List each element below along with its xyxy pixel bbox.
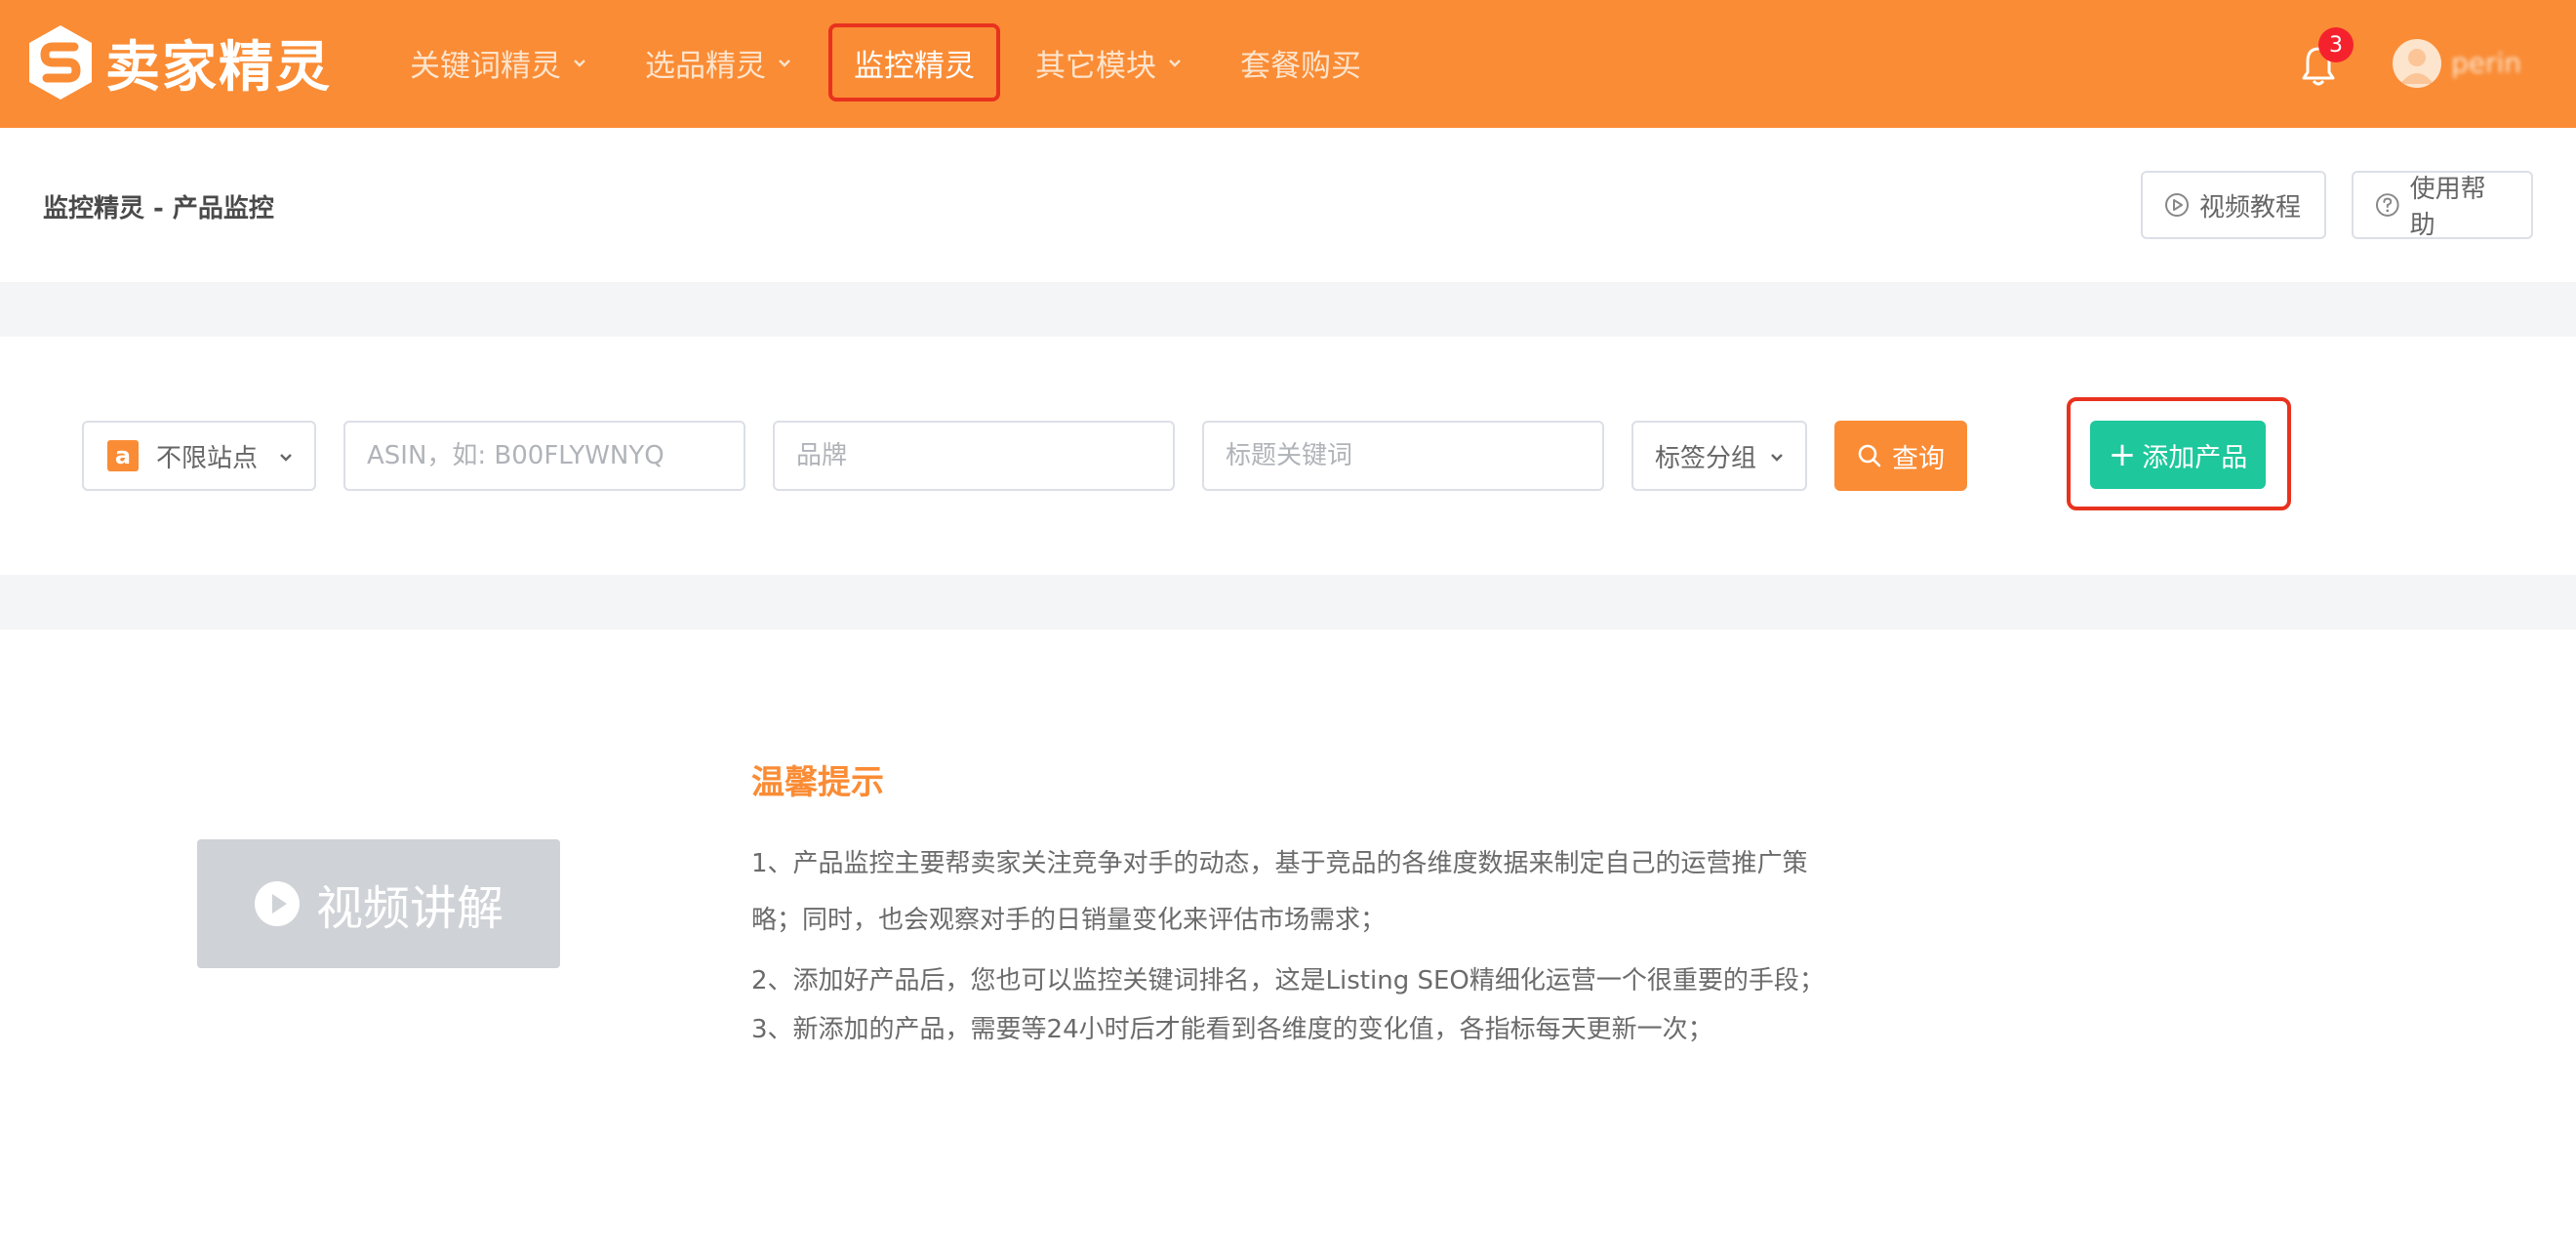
plus-icon: + [2108,435,2137,474]
nav-label: 套餐购买 [1240,48,1361,84]
notification-badge: 3 [2318,27,2354,62]
play-circle-icon [2165,193,2189,217]
video-tutorial-button[interactable]: 视频教程 [2141,171,2326,239]
help-button[interactable]: 使用帮助 [2352,171,2533,240]
tips-title: 温馨提示 [751,763,884,802]
chevron-down-icon [1169,60,1181,67]
brand-input[interactable] [773,421,1175,491]
page-header: 监控精灵 - 产品监控 视频教程 使用帮助 [0,128,2576,282]
breadcrumb: 监控精灵 - 产品监控 [43,194,274,223]
chevron-down-icon [779,60,790,67]
nav-product-selection[interactable]: 选品精灵 [645,23,793,102]
tip-line: 1、产品监控主要帮卖家关注竞争对手的动态，基于竞品的各维度数据来制定自己的运营推… [751,849,1808,878]
tip-line: 2、添加好产品后，您也可以监控关键词排名，这是Listing SEO精细化运营一… [751,966,1825,995]
nav-monitoring[interactable]: 监控精灵 [828,23,1000,102]
user-icon [2400,49,2434,84]
tip-line: 略；同时，也会观察对手的日销量变化来评估市场需求； [751,906,1387,935]
avatar[interactable] [2393,39,2441,88]
nav-label: 其它模块 [1035,48,1156,84]
username[interactable]: perin [2451,47,2521,79]
asin-input[interactable] [343,421,745,491]
nav-plan-purchase[interactable]: 套餐购买 [1240,23,1361,102]
nav-other-modules[interactable]: 其它模块 [1035,23,1184,102]
question-circle-icon [2375,193,2399,217]
section-divider [0,282,2576,337]
add-product-label: 添加产品 [2142,442,2248,473]
video-tutorial-label: 视频教程 [2199,192,2302,223]
site-select-value: 不限站点 [156,443,259,473]
amazon-icon: a [107,440,139,471]
tag-group-select[interactable]: 标签分组 [1631,421,1807,491]
nav-label: 关键词精灵 [410,48,561,84]
nav-label: 选品精灵 [645,48,766,84]
chevron-down-icon [574,60,585,67]
brand-logo[interactable]: 卖家精灵 [27,23,332,102]
help-label: 使用帮助 [2409,175,2486,240]
top-navigation-bar: 卖家精灵 关键词精灵 选品精灵 监控精灵 其它模块 套餐购买 3 perin [0,0,2576,128]
add-product-button[interactable]: + 添加产品 [2090,421,2266,489]
section-divider [0,575,2576,630]
nav-keyword-wizard[interactable]: 关键词精灵 [410,23,588,102]
play-circle-icon [254,881,300,926]
tag-group-value: 标签分组 [1655,443,1757,473]
filter-bar: a 不限站点 标签分组 查询 + 添加产品 [0,337,2576,575]
brand-name: 卖家精灵 [105,35,332,100]
chevron-down-icon [1771,454,1783,462]
query-label: 查询 [1892,443,1945,474]
search-icon [1858,444,1881,467]
video-explanation-label: 视频讲解 [315,881,503,936]
nav-label: 监控精灵 [854,48,975,84]
site-select[interactable]: a 不限站点 [82,421,316,491]
logo-icon [29,25,92,100]
query-button[interactable]: 查询 [1834,421,1967,491]
chevron-down-icon [280,454,292,462]
title-keyword-input[interactable] [1202,421,1604,491]
tip-line: 3、新添加的产品，需要等24小时后才能看到各维度的变化值，各指标每天更新一次； [751,1015,1713,1044]
video-explanation-button[interactable]: 视频讲解 [197,839,560,968]
main-nav: 关键词精灵 选品精灵 监控精灵 其它模块 套餐购买 [410,23,1418,102]
